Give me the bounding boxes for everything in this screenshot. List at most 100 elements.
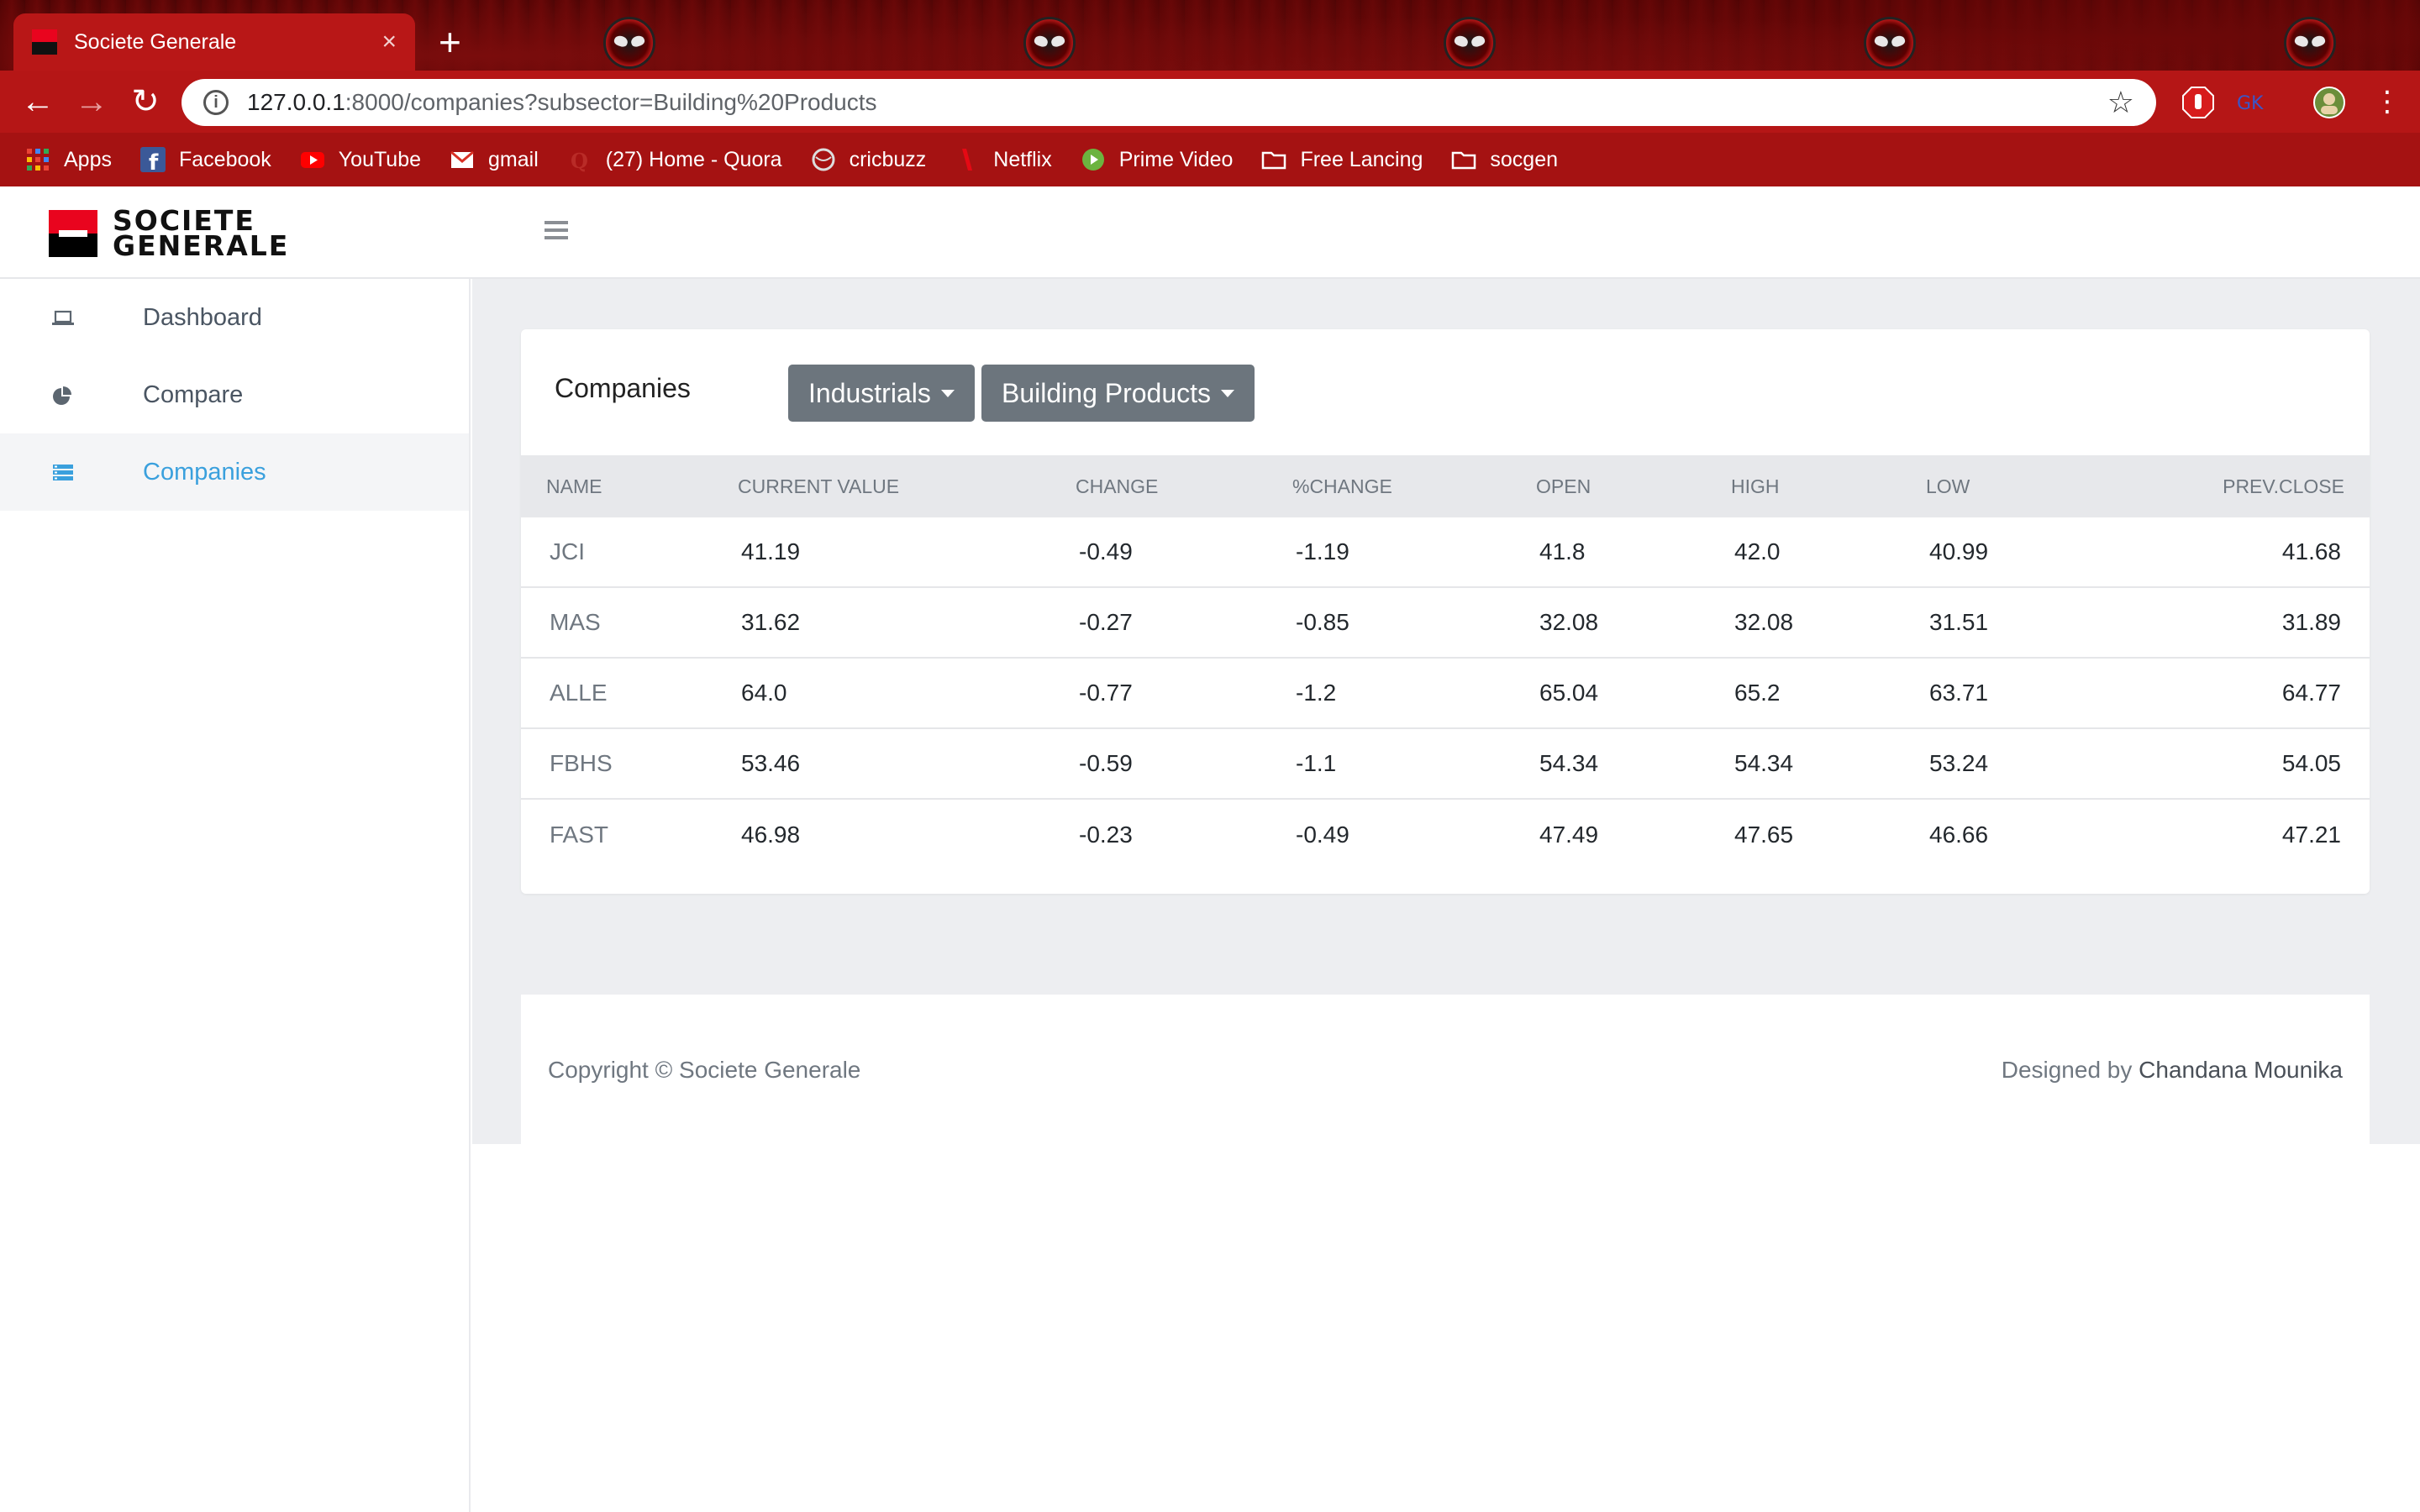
logo-text: SOCIETE GENERALE <box>113 207 289 260</box>
reload-icon[interactable]: ↻ <box>124 81 166 123</box>
adblock-extension-icon[interactable] <box>2181 86 2215 119</box>
cell-current-value: 64.0 <box>741 680 787 706</box>
gmail-icon <box>450 150 475 168</box>
back-arrow-icon[interactable]: ← <box>17 81 59 123</box>
cell-high: 54.34 <box>1734 750 1794 776</box>
sidebar-item-dashboard[interactable]: Dashboard <box>0 279 469 356</box>
sidebar-item-label: Companies <box>143 458 266 486</box>
column-header-percent-change[interactable]: %CHANGE <box>1292 475 1392 498</box>
table-row[interactable]: JCI 41.19 -0.49 -1.19 41.8 42.0 40.99 41… <box>521 517 2370 588</box>
forward-arrow-icon[interactable]: → <box>71 81 113 123</box>
cell-current-value: 41.19 <box>741 538 801 564</box>
cell-open: 54.34 <box>1539 750 1599 776</box>
bookmark-label: socgen <box>1490 147 1559 171</box>
subsector-dropdown[interactable]: Building Products <box>981 365 1255 422</box>
bookmark-label: Free Lancing <box>1300 147 1423 171</box>
bookmark-netflix[interactable]: Netflix <box>955 147 1052 172</box>
table-row[interactable]: ALLE 64.0 -0.77 -1.2 65.04 65.2 63.71 64… <box>521 659 2370 729</box>
theme-deadpool-icon <box>603 17 655 69</box>
cell-prev-close: 54.05 <box>2281 750 2341 776</box>
sector-dropdown[interactable]: Industrials <box>788 365 975 422</box>
bookmark-label: Apps <box>64 147 112 171</box>
footer-copyright: Copyright © Societe Generale <box>548 1057 861 1083</box>
sidebar: Dashboard Compare Companies <box>0 279 471 1512</box>
column-header-high[interactable]: HIGH <box>1731 475 1780 498</box>
bookmark-youtube[interactable]: YouTube <box>300 147 421 172</box>
bookmark-gmail[interactable]: gmail <box>450 147 539 172</box>
svg-text:f: f <box>149 150 159 172</box>
cell-open: 41.8 <box>1539 538 1586 564</box>
cell-percent-change: -1.1 <box>1296 750 1337 776</box>
url-text[interactable]: 127.0.0.1:8000/companies?subsector=Build… <box>247 89 2107 116</box>
cell-change: -0.23 <box>1079 822 1133 848</box>
bookmark-apps[interactable]: Apps <box>25 147 112 172</box>
cell-open: 47.49 <box>1539 822 1599 848</box>
cell-change: -0.49 <box>1079 538 1133 564</box>
theme-deadpool-icon <box>2284 17 2336 69</box>
sidebar-item-compare[interactable]: Compare <box>0 356 469 433</box>
cell-open: 65.04 <box>1539 680 1599 706</box>
prime-video-icon <box>1081 149 1104 171</box>
cell-name: FBHS <box>550 750 613 776</box>
bookmark-label: Netflix <box>993 147 1052 171</box>
cell-prev-close: 31.89 <box>2281 609 2341 635</box>
caret-down-icon <box>1221 389 1235 397</box>
companies-table: NAME CURRENT VALUE CHANGE %CHANGE OPEN H… <box>521 455 2370 870</box>
cell-low: 46.66 <box>1929 822 1989 848</box>
new-tab-button[interactable]: + <box>439 20 461 64</box>
browser-menu-icon[interactable]: ⋮ <box>2366 81 2408 123</box>
table-row[interactable]: FBHS 53.46 -0.59 -1.1 54.34 54.34 53.24 … <box>521 729 2370 800</box>
bookmark-socgen[interactable]: socgen <box>1451 147 1558 172</box>
column-header-name[interactable]: NAME <box>546 475 602 498</box>
cell-low: 53.24 <box>1929 750 1989 776</box>
site-info-icon[interactable]: i <box>203 90 229 115</box>
cell-high: 65.2 <box>1734 680 1781 706</box>
column-header-current-value[interactable]: CURRENT VALUE <box>738 475 899 498</box>
quora-icon: Q <box>571 149 588 172</box>
column-header-low[interactable]: LOW <box>1926 475 1970 498</box>
cell-name: ALLE <box>550 680 608 706</box>
hamburger-menu-icon[interactable] <box>544 217 570 247</box>
socgen-favicon-icon <box>32 29 57 55</box>
bookmark-label: Facebook <box>178 147 271 171</box>
cricbuzz-icon <box>812 148 835 171</box>
cell-percent-change: -0.49 <box>1296 822 1349 848</box>
table-row[interactable]: FAST 46.98 -0.23 -0.49 47.49 47.65 46.66… <box>521 800 2370 870</box>
tab-close-icon[interactable]: × <box>381 28 397 56</box>
browser-tab[interactable]: Societe Generale × <box>13 13 415 71</box>
cell-prev-close: 64.77 <box>2281 680 2341 706</box>
theme-deadpool-icon <box>1444 17 1496 69</box>
column-header-prev-close[interactable]: PREV.CLOSE <box>2223 475 2344 498</box>
cell-percent-change: -1.19 <box>1296 538 1349 564</box>
cell-current-value: 46.98 <box>741 822 801 848</box>
cell-low: 31.51 <box>1929 609 1989 635</box>
bookmark-free-lancing[interactable]: Free Lancing <box>1261 147 1423 172</box>
companies-card: Companies Industrials Building Products … <box>521 329 2370 894</box>
societe-generale-logo[interactable]: SOCIETE GENERALE <box>49 207 289 260</box>
footer-author-link[interactable]: Chandana Mounika <box>2139 1057 2343 1083</box>
address-bar[interactable]: i 127.0.0.1:8000/companies?subsector=Bui… <box>182 79 2156 126</box>
extension-icon[interactable]: GK <box>2233 86 2267 119</box>
subsector-dropdown-label: Building Products <box>1002 377 1212 408</box>
column-header-open[interactable]: OPEN <box>1536 475 1591 498</box>
cell-name: FAST <box>550 822 609 848</box>
bookmark-prime-video[interactable]: Prime Video <box>1081 147 1233 172</box>
sector-dropdown-label: Industrials <box>808 377 931 408</box>
bookmark-star-icon[interactable]: ☆ <box>2107 85 2134 120</box>
cell-open: 32.08 <box>1539 609 1599 635</box>
cell-prev-close: 47.21 <box>2281 822 2341 848</box>
bookmark-facebook[interactable]: f Facebook <box>139 147 271 172</box>
cell-name: MAS <box>550 609 601 635</box>
svg-text:GK: GK <box>2237 93 2264 114</box>
profile-avatar-icon[interactable] <box>2312 86 2346 119</box>
sidebar-item-companies[interactable]: Companies <box>0 433 469 511</box>
theme-deadpool-icon <box>1864 17 1916 69</box>
footer-credits: Designed by Chandana Mounika <box>2002 1057 2343 1084</box>
table-row[interactable]: MAS 31.62 -0.27 -0.85 32.08 32.08 31.51 … <box>521 588 2370 659</box>
bookmark-cricbuzz[interactable]: cricbuzz <box>811 147 927 172</box>
column-header-change[interactable]: CHANGE <box>1076 475 1158 498</box>
bookmark-label: cricbuzz <box>849 147 927 171</box>
folder-icon <box>1452 151 1476 170</box>
list-icon <box>53 465 73 480</box>
bookmark-quora[interactable]: Q (27) Home - Quora <box>567 147 782 173</box>
